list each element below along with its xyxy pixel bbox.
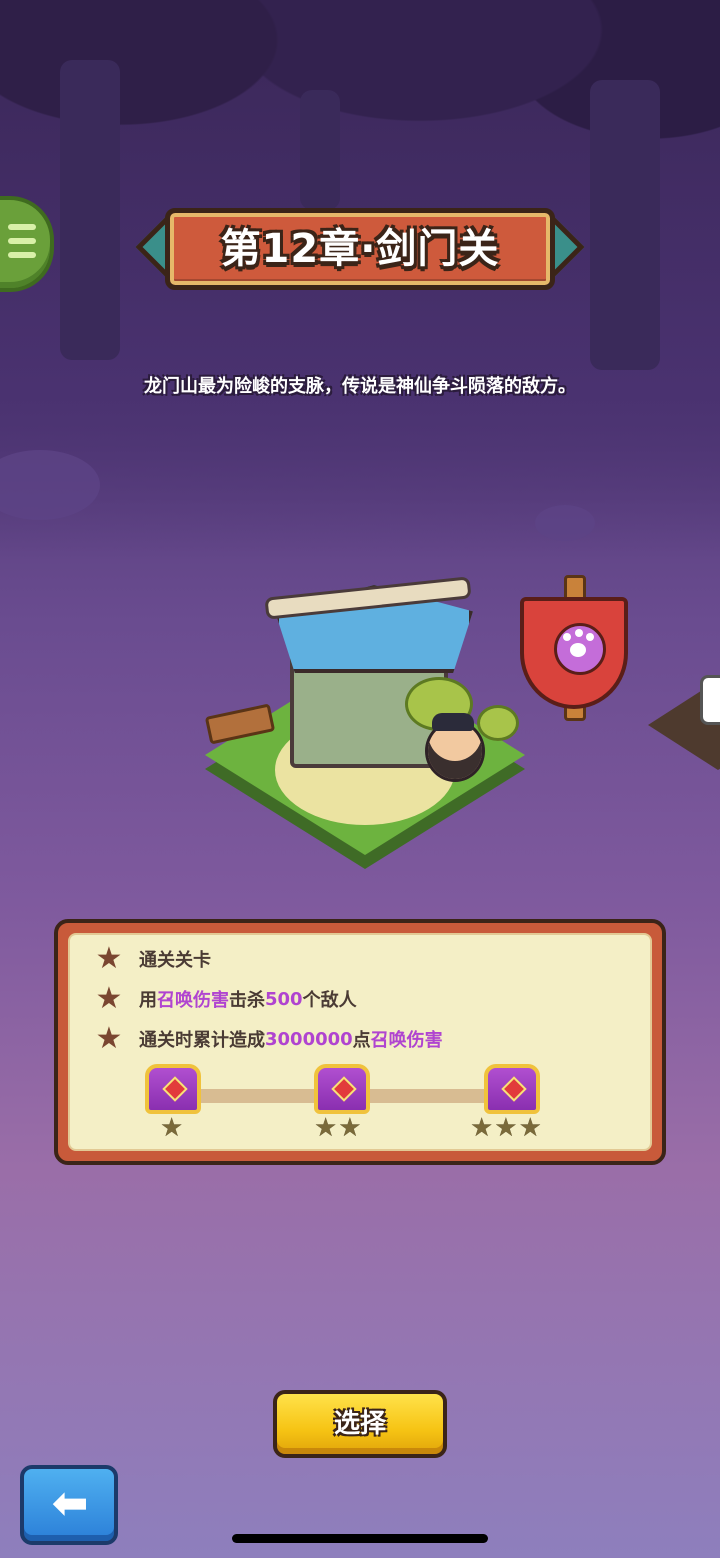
tree-trunk: [60, 60, 120, 360]
star-icon: ★: [95, 1021, 123, 1056]
goal-3: ★ 通关时累计造成 3000000 点 召唤伤害: [95, 1021, 443, 1056]
menu-icon: [8, 224, 36, 230]
back-button[interactable]: ⬅: [20, 1465, 118, 1545]
reward-chest-2[interactable]: [314, 1064, 370, 1114]
lock-icon: [700, 675, 720, 725]
goal-1: ★ 通关关卡: [95, 941, 211, 976]
tree-trunk: [300, 90, 340, 210]
reward-stars-1: ★: [160, 1113, 185, 1143]
reward-stars-2: ★★: [314, 1113, 363, 1143]
rock: [535, 505, 595, 541]
chapter-title: 第12章·剑门关: [220, 226, 500, 272]
paw-icon: [554, 623, 606, 675]
hero-avatar[interactable]: [425, 713, 485, 782]
stage-island[interactable]: [195, 545, 540, 869]
paw-flag[interactable]: [512, 575, 632, 725]
star-icon: ★: [95, 981, 123, 1016]
back-arrow-icon: ⬅: [51, 1478, 89, 1529]
chapter-description: 龙门山最为险峻的支脉，传说是神仙争斗陨落的敌方。: [144, 376, 576, 397]
select-button[interactable]: 选择: [273, 1390, 447, 1458]
reward-chest-1[interactable]: [145, 1064, 201, 1114]
tree-trunk: [590, 80, 660, 370]
chapter-banner: 第12章·剑门关: [135, 208, 585, 290]
next-stage-tile[interactable]: [648, 620, 720, 770]
goal-2: ★ 用 召唤伤害 击杀 500 个敌人: [95, 981, 357, 1016]
reward-stars-3: ★★★: [470, 1113, 543, 1143]
star-icon: ★: [95, 941, 123, 976]
home-indicator[interactable]: [232, 1534, 488, 1543]
reward-chest-3[interactable]: [484, 1064, 540, 1114]
